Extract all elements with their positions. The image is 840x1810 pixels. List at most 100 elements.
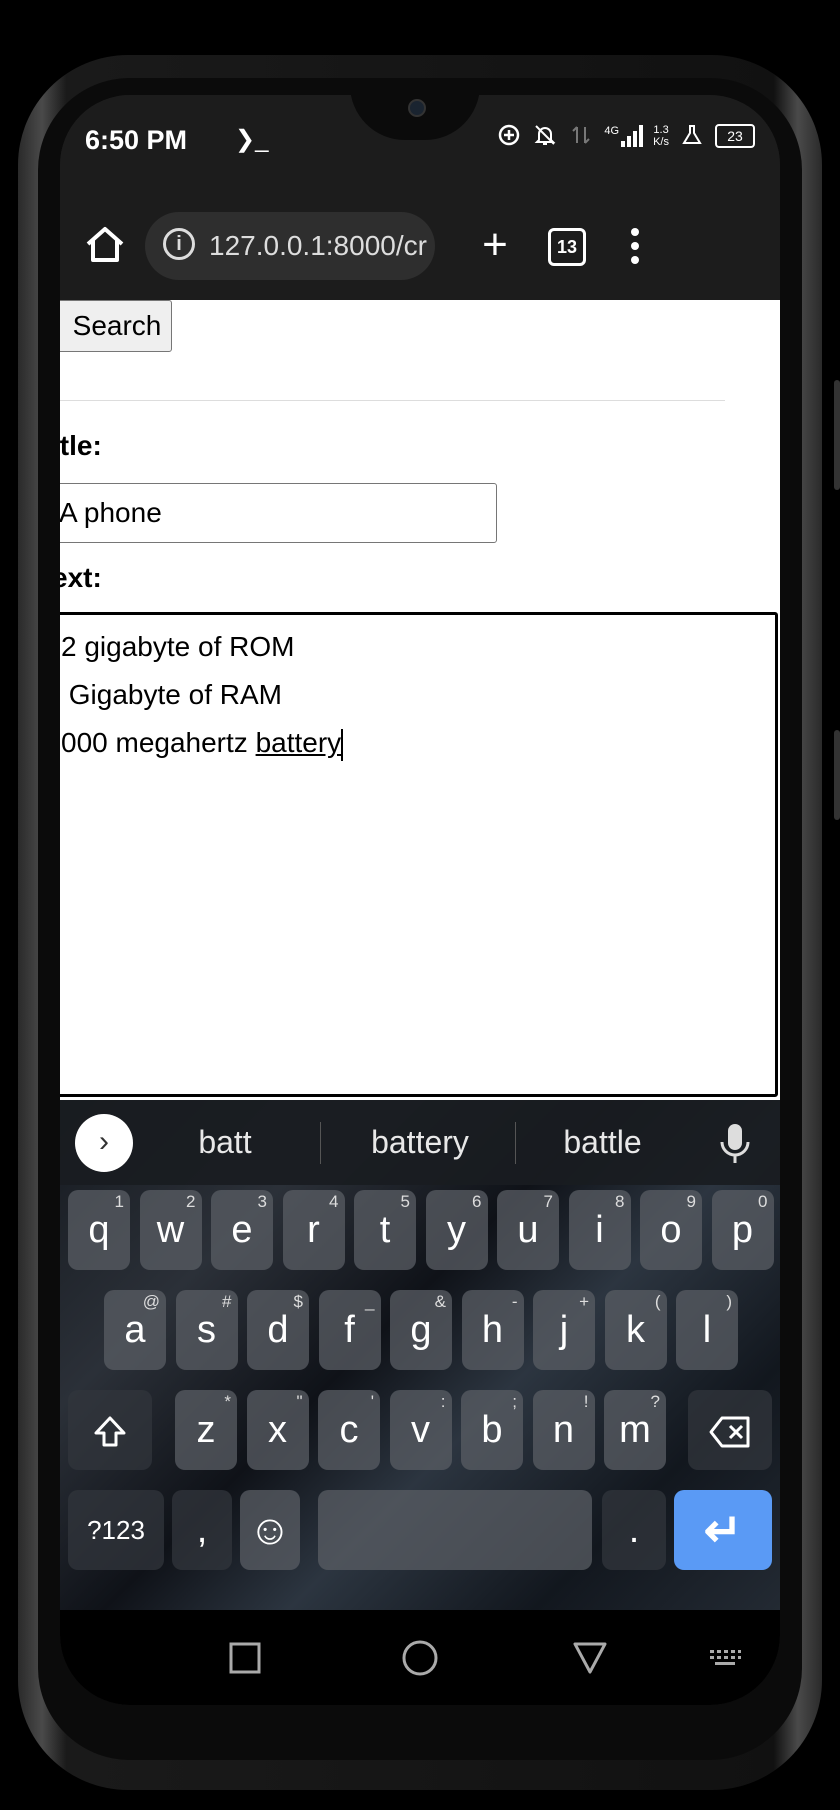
emoji-icon: ☺: [248, 1506, 292, 1553]
key-t[interactable]: t5: [354, 1190, 416, 1270]
key-hint: #: [222, 1292, 232, 1311]
composing-word: battery: [255, 727, 342, 758]
key-hint: 5: [400, 1192, 410, 1211]
key-a[interactable]: a @: [104, 1290, 166, 1370]
key-label: e: [231, 1209, 253, 1251]
key-i[interactable]: i8: [568, 1190, 631, 1270]
keyboard-icon: [710, 1650, 741, 1665]
key-y[interactable]: y6: [425, 1190, 488, 1270]
key-m[interactable]: m?: [604, 1390, 666, 1470]
period-key[interactable]: .: [602, 1490, 666, 1570]
key-v[interactable]: v:: [389, 1390, 452, 1470]
shift-key[interactable]: [68, 1390, 152, 1470]
triangle-back-icon: [573, 1642, 607, 1674]
comma-key[interactable]: ,: [172, 1490, 232, 1570]
textarea-line-current: 000 megahertz battery: [61, 719, 775, 767]
key-z[interactable]: z *: [175, 1390, 237, 1470]
enter-key[interactable]: ↵: [674, 1490, 772, 1570]
symbols-key[interactable]: ?123: [68, 1490, 164, 1570]
key-hint: ?: [650, 1392, 660, 1411]
key-s[interactable]: s #: [175, 1290, 238, 1370]
site-info-icon[interactable]: i: [163, 228, 195, 260]
keyboard-switch-button[interactable]: [705, 1638, 745, 1678]
notifications-off-icon: [532, 123, 558, 149]
key-d[interactable]: d $: [247, 1290, 309, 1370]
key-f[interactable]: f _: [318, 1290, 381, 1370]
soft-keyboard: › batt battery battle q1w2e3r4t5y6u7i8o9…: [60, 1100, 780, 1610]
net-speed-unit: K/s: [653, 136, 669, 148]
key-r[interactable]: r4: [282, 1190, 345, 1270]
key-label: l: [702, 1309, 712, 1351]
key-o[interactable]: o9: [640, 1190, 702, 1270]
key-k[interactable]: k(: [604, 1290, 667, 1370]
key-b[interactable]: b;: [461, 1390, 523, 1470]
key-hint: 2: [186, 1192, 196, 1211]
key-g[interactable]: g &: [390, 1290, 452, 1370]
status-bar: 6:50 PM ❯_ 4G 1.3 K/s 23: [60, 95, 780, 190]
key-h[interactable]: h-: [461, 1290, 524, 1370]
enter-icon: ↵: [703, 1504, 743, 1556]
emoji-key[interactable]: ☺: [240, 1490, 300, 1570]
key-label: k: [626, 1309, 645, 1351]
home-nav-button[interactable]: [400, 1638, 440, 1678]
net-speed-value: 1.3: [653, 124, 669, 136]
key-label: z: [196, 1409, 216, 1451]
key-j[interactable]: j +: [533, 1290, 595, 1370]
key-label: c: [339, 1409, 359, 1451]
title-input[interactable]: A phone: [60, 483, 497, 543]
key-label: g: [410, 1309, 432, 1351]
key-n[interactable]: n!: [532, 1390, 595, 1470]
key-hint: ): [726, 1292, 732, 1311]
key-label: s: [197, 1309, 216, 1351]
key-label: p: [731, 1209, 754, 1251]
key-hint: $: [293, 1292, 303, 1311]
textarea-line: Gigabyte of RAM: [61, 679, 282, 710]
suggestion-2[interactable]: battery: [325, 1100, 515, 1185]
url-text: 127.0.0.1:8000/cr: [209, 230, 427, 261]
battery-icon: 23: [715, 124, 755, 148]
key-label: j: [559, 1309, 569, 1351]
key-label: m: [619, 1409, 651, 1451]
tab-switcher-button[interactable]: 13: [548, 228, 586, 266]
recents-button[interactable]: [225, 1638, 265, 1678]
key-u[interactable]: u7: [497, 1190, 559, 1270]
text-caret: [341, 728, 344, 761]
key-x[interactable]: x ": [246, 1390, 309, 1470]
key-l[interactable]: l): [676, 1290, 738, 1370]
back-button[interactable]: [570, 1638, 610, 1678]
more-menu-button[interactable]: [620, 218, 650, 274]
home-button[interactable]: [80, 220, 130, 270]
key-hint: ': [370, 1392, 374, 1411]
key-label: n: [552, 1409, 575, 1451]
key-hint: -: [511, 1292, 518, 1311]
backspace-key[interactable]: [688, 1390, 772, 1470]
text-textarea[interactable]: 2 gigabyte of ROM Gigabyte of RAM 000 me…: [60, 612, 778, 1097]
expand-toolbar-button[interactable]: ›: [75, 1114, 133, 1172]
network-type: 4G: [604, 125, 620, 137]
key-e[interactable]: e3: [211, 1190, 273, 1270]
screen: 6:50 PM ❯_ 4G 1.3 K/s 23 i 127.0.0.1:800…: [60, 95, 780, 1705]
key-p[interactable]: p0: [711, 1190, 774, 1270]
key-hint: 9: [686, 1192, 696, 1211]
voice-input-button[interactable]: [715, 1120, 755, 1170]
key-q[interactable]: q1: [68, 1190, 130, 1270]
search-button[interactable]: Search: [60, 300, 172, 352]
address-bar[interactable]: i 127.0.0.1:8000/cr: [145, 212, 435, 280]
circle-icon: [402, 1640, 438, 1676]
suggestion-1[interactable]: batt: [160, 1100, 290, 1185]
key-w[interactable]: w2: [139, 1190, 202, 1270]
key-hint: !: [583, 1392, 589, 1411]
key-c[interactable]: c ': [318, 1390, 380, 1470]
key-label: d: [267, 1309, 289, 1351]
data-saver-icon: [496, 123, 522, 149]
key-label: o: [660, 1209, 682, 1251]
suggestion-3[interactable]: battle: [520, 1100, 685, 1185]
key-label: q: [88, 1209, 110, 1251]
new-tab-button[interactable]: +: [470, 220, 520, 270]
space-key[interactable]: [318, 1490, 592, 1570]
data-transfer-icon: [568, 123, 594, 149]
divider: [60, 400, 725, 401]
net-speed: 1.3 K/s: [653, 124, 669, 148]
key-hint: 1: [114, 1192, 124, 1211]
system-nav-bar: [60, 1610, 780, 1705]
